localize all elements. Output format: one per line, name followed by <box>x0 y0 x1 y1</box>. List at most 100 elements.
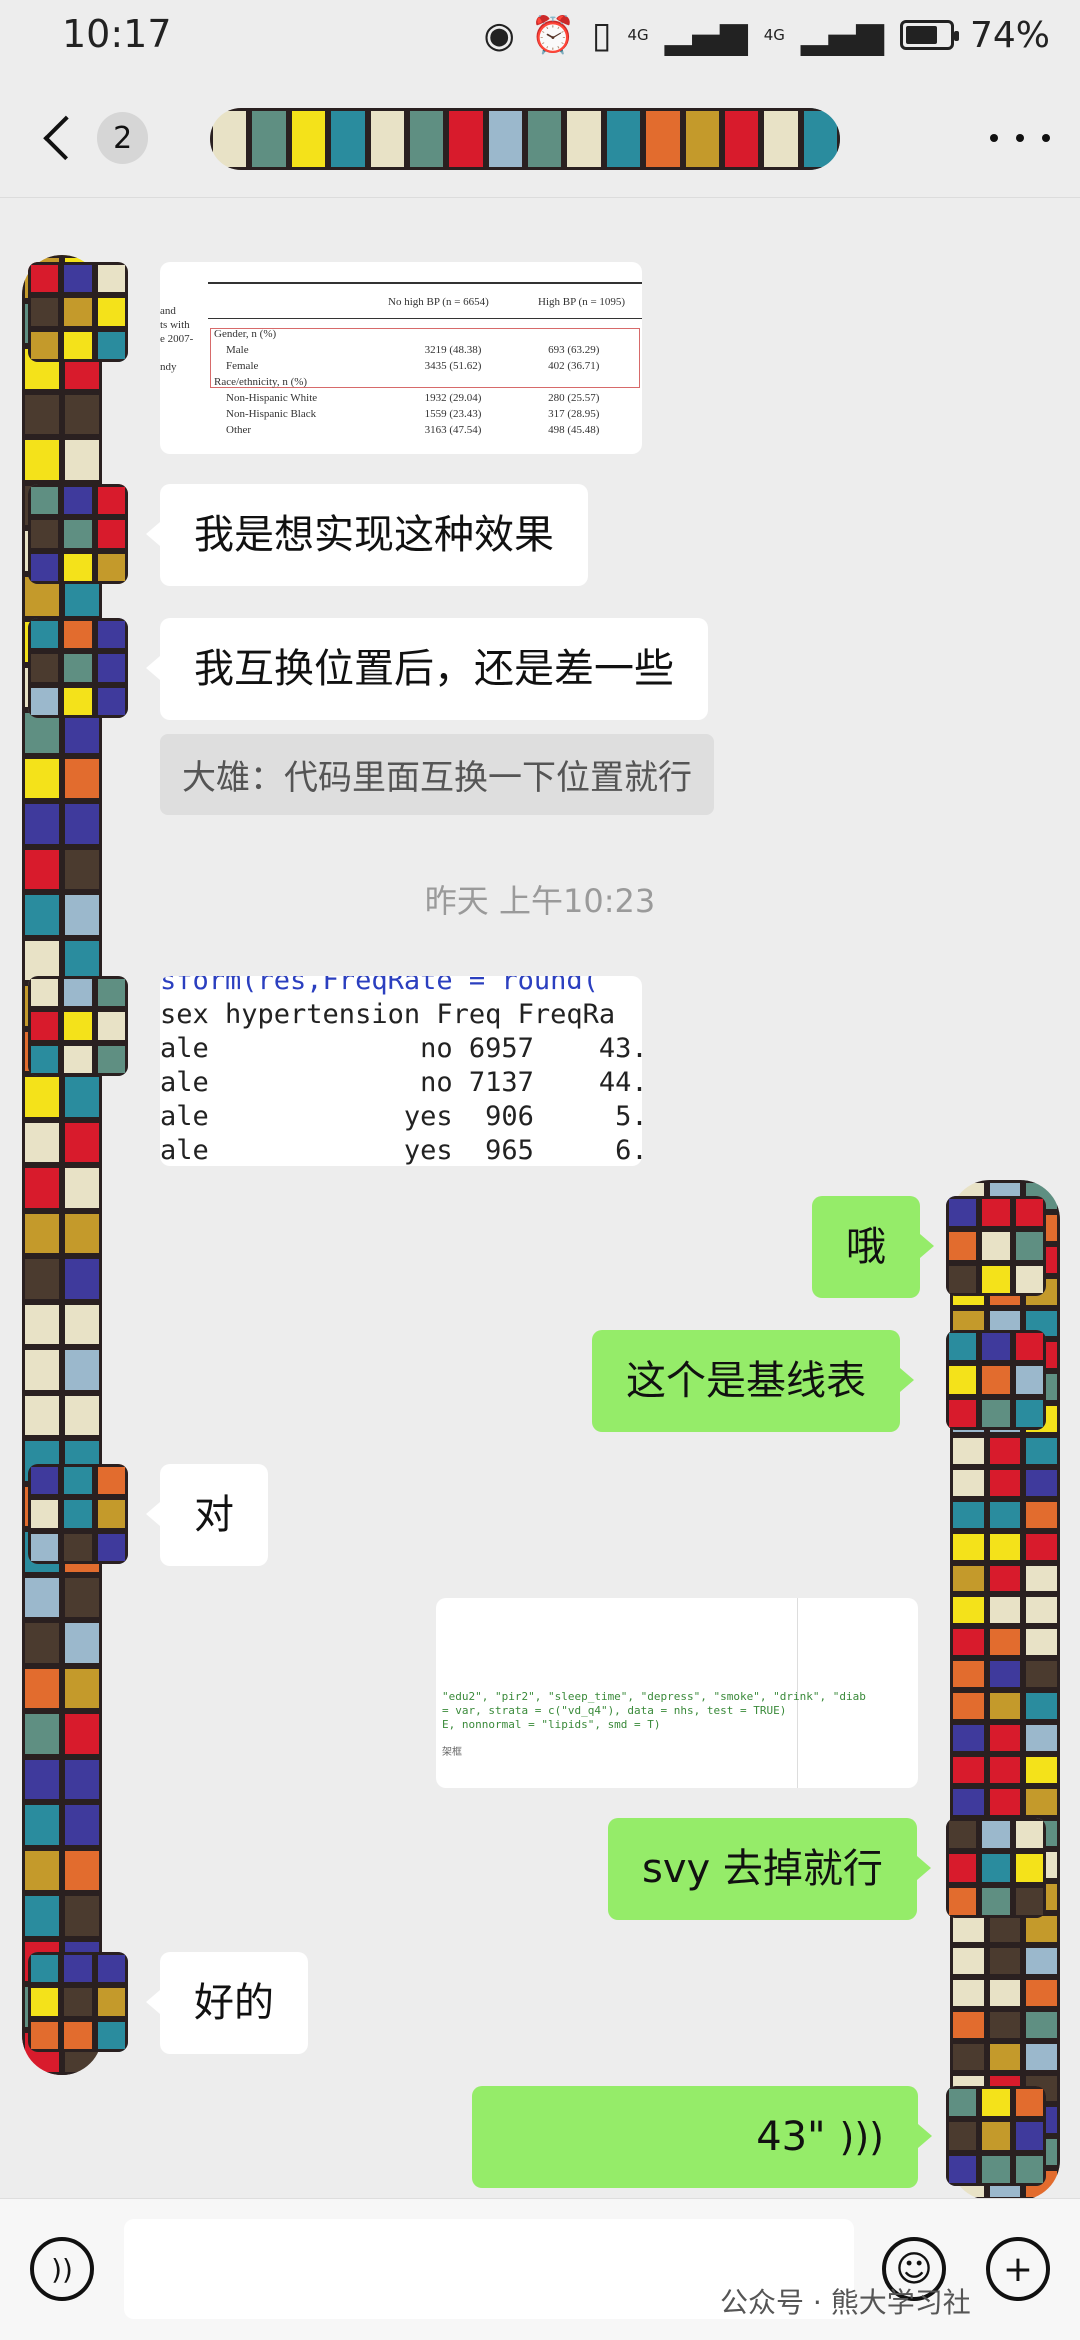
mosaic-tile <box>62 755 102 801</box>
mosaic-tile <box>950 1945 987 1977</box>
image-message-table[interactable]: and ts with e 2007- ndy No high BP (n = … <box>160 262 642 454</box>
mosaic-tile <box>950 1690 987 1722</box>
quoted-reply[interactable]: 大雄：代码里面互换一下位置就行 <box>160 734 714 815</box>
voice-toggle-button[interactable]: )) <box>30 2237 94 2301</box>
mosaic-tile <box>761 108 801 170</box>
avatar-self[interactable] <box>946 1330 1046 1430</box>
more-button[interactable] <box>990 126 1050 150</box>
mosaic-tile <box>22 1620 62 1666</box>
network-label-2: 4G <box>763 25 785 44</box>
wave-icon: ))) <box>839 2115 884 2159</box>
mosaic-tile <box>22 1256 62 1302</box>
table-cell: 3219 (48.38) <box>424 344 482 356</box>
mosaic-tile <box>22 1301 62 1347</box>
avatar[interactable] <box>28 618 128 718</box>
mosaic-tile <box>61 517 95 551</box>
table-row-label: Gender, n (%) <box>214 328 277 340</box>
mosaic-tile <box>210 108 250 170</box>
mosaic-tile <box>986 1690 1024 1722</box>
mosaic-tile <box>62 1392 102 1438</box>
table-cell: 1559 (23.43) <box>424 408 482 420</box>
image-message-code[interactable]: sform(res,FreqRate = round(sex hypertens… <box>160 976 642 1166</box>
table-left-line: ts with <box>160 319 190 331</box>
message-bubble[interactable]: 我是想实现这种效果 <box>146 484 588 586</box>
mosaic-tile <box>22 755 62 801</box>
mosaic-tile <box>62 1711 102 1757</box>
mosaic-tile <box>979 1818 1013 1852</box>
table-left-line: ndy <box>160 361 177 373</box>
mosaic-tile <box>28 1009 62 1043</box>
message-bubble[interactable]: 好的 <box>146 1952 308 2054</box>
baseline-table: Gender, n (%) Male 3219 (48.38) 693 (63.29)… <box>212 326 638 438</box>
unread-badge: 2 <box>97 112 148 164</box>
mosaic-tile <box>1012 2119 1046 2153</box>
mosaic-tile <box>979 1229 1013 1263</box>
mosaic-tile <box>986 2040 1024 2073</box>
message-bubble-self[interactable]: 这个是基线表 <box>592 1330 914 1432</box>
mosaic-tile <box>1012 1262 1046 1296</box>
mosaic-tile <box>28 484 62 518</box>
mosaic-tile <box>62 1665 102 1711</box>
mosaic-tile <box>28 976 62 1010</box>
avatar-self[interactable] <box>946 2086 1046 2186</box>
mosaic-tile <box>28 1042 62 1076</box>
avatar[interactable] <box>28 1464 128 1564</box>
mosaic-tile <box>1023 1562 1060 1595</box>
message-bubble[interactable]: 我互换位置后，还是差一些 <box>146 618 708 720</box>
mosaic-tile <box>288 108 329 170</box>
mosaic-tile <box>22 1074 62 1120</box>
mosaic-tile <box>28 517 62 551</box>
table-row: Non-Hispanic White 1932 (29.04) 280 (25.57… <box>212 390 638 406</box>
mosaic-tile <box>950 1594 987 1627</box>
mosaic-tile <box>62 1893 102 1939</box>
mosaic-tile <box>94 651 128 685</box>
message-bubble-self[interactable]: 哦 <box>812 1196 934 1298</box>
table-cell <box>385 326 544 342</box>
avatar-self[interactable] <box>946 1818 1046 1918</box>
mosaic-tile <box>1023 1945 1060 1977</box>
mosaic-tile <box>1023 1498 1060 1531</box>
mosaic-tile <box>62 1620 102 1666</box>
mosaic-tile <box>61 651 95 685</box>
image-message-code-self[interactable]: "edu2", "pir2", "sleep_time", "depress",… <box>436 1598 918 1788</box>
avatar[interactable] <box>28 484 128 584</box>
add-button[interactable]: + <box>986 2237 1050 2301</box>
avatar[interactable] <box>28 976 128 1076</box>
mosaic-tile <box>94 1497 128 1531</box>
mosaic-tile <box>1023 1721 1060 1754</box>
mosaic-tile <box>22 1392 62 1438</box>
avatar[interactable] <box>28 1952 128 2052</box>
message-bubble-self[interactable]: svy 去掉就行 <box>608 1818 931 1920</box>
mosaic-tile <box>446 108 486 170</box>
code-line: ale no 6957 43. <box>160 1033 642 1064</box>
mosaic-tile <box>950 1435 987 1467</box>
avatar[interactable] <box>28 262 128 362</box>
table-row-label: Non-Hispanic Black <box>226 408 317 420</box>
mosaic-tile <box>1023 2008 1060 2041</box>
code-line: ale yes 965 6. <box>160 1135 642 1166</box>
mosaic-tile <box>94 684 128 718</box>
mosaic-tile <box>986 1753 1024 1786</box>
status-icons: ◉ ⏰ ▯ 4G ▂▄▆ 4G ▂▄▆ 74% <box>483 14 1050 57</box>
mosaic-tile <box>28 2018 62 2052</box>
mosaic-tile <box>1023 1435 1060 1467</box>
mosaic-tile <box>62 1119 102 1165</box>
back-button[interactable]: 2 <box>38 110 148 166</box>
mosaic-tile <box>62 1574 102 1620</box>
mosaic-tile <box>979 2119 1013 2153</box>
table-cell: 3435 (51.62) <box>424 360 482 372</box>
table-cell: 317 (28.95) <box>548 408 600 420</box>
mosaic-tile <box>950 2040 987 2073</box>
table-row-label: Male <box>226 344 249 356</box>
avatar-self[interactable] <box>946 1196 1046 1296</box>
mosaic-tile <box>950 1466 987 1499</box>
mosaic-tile <box>28 1985 62 2019</box>
signal-icon-2: ▂▄▆ <box>800 14 884 56</box>
message-bubble[interactable]: 对 <box>146 1464 268 1566</box>
voice-message[interactable]: 43" ))) <box>472 2086 932 2188</box>
mosaic-tile <box>979 1330 1013 1364</box>
mosaic-tile <box>946 1818 980 1852</box>
mosaic-tile <box>1012 1396 1046 1430</box>
code-line: = var, strata = c("vd_q4"), data = nhs, … <box>442 1704 787 1717</box>
